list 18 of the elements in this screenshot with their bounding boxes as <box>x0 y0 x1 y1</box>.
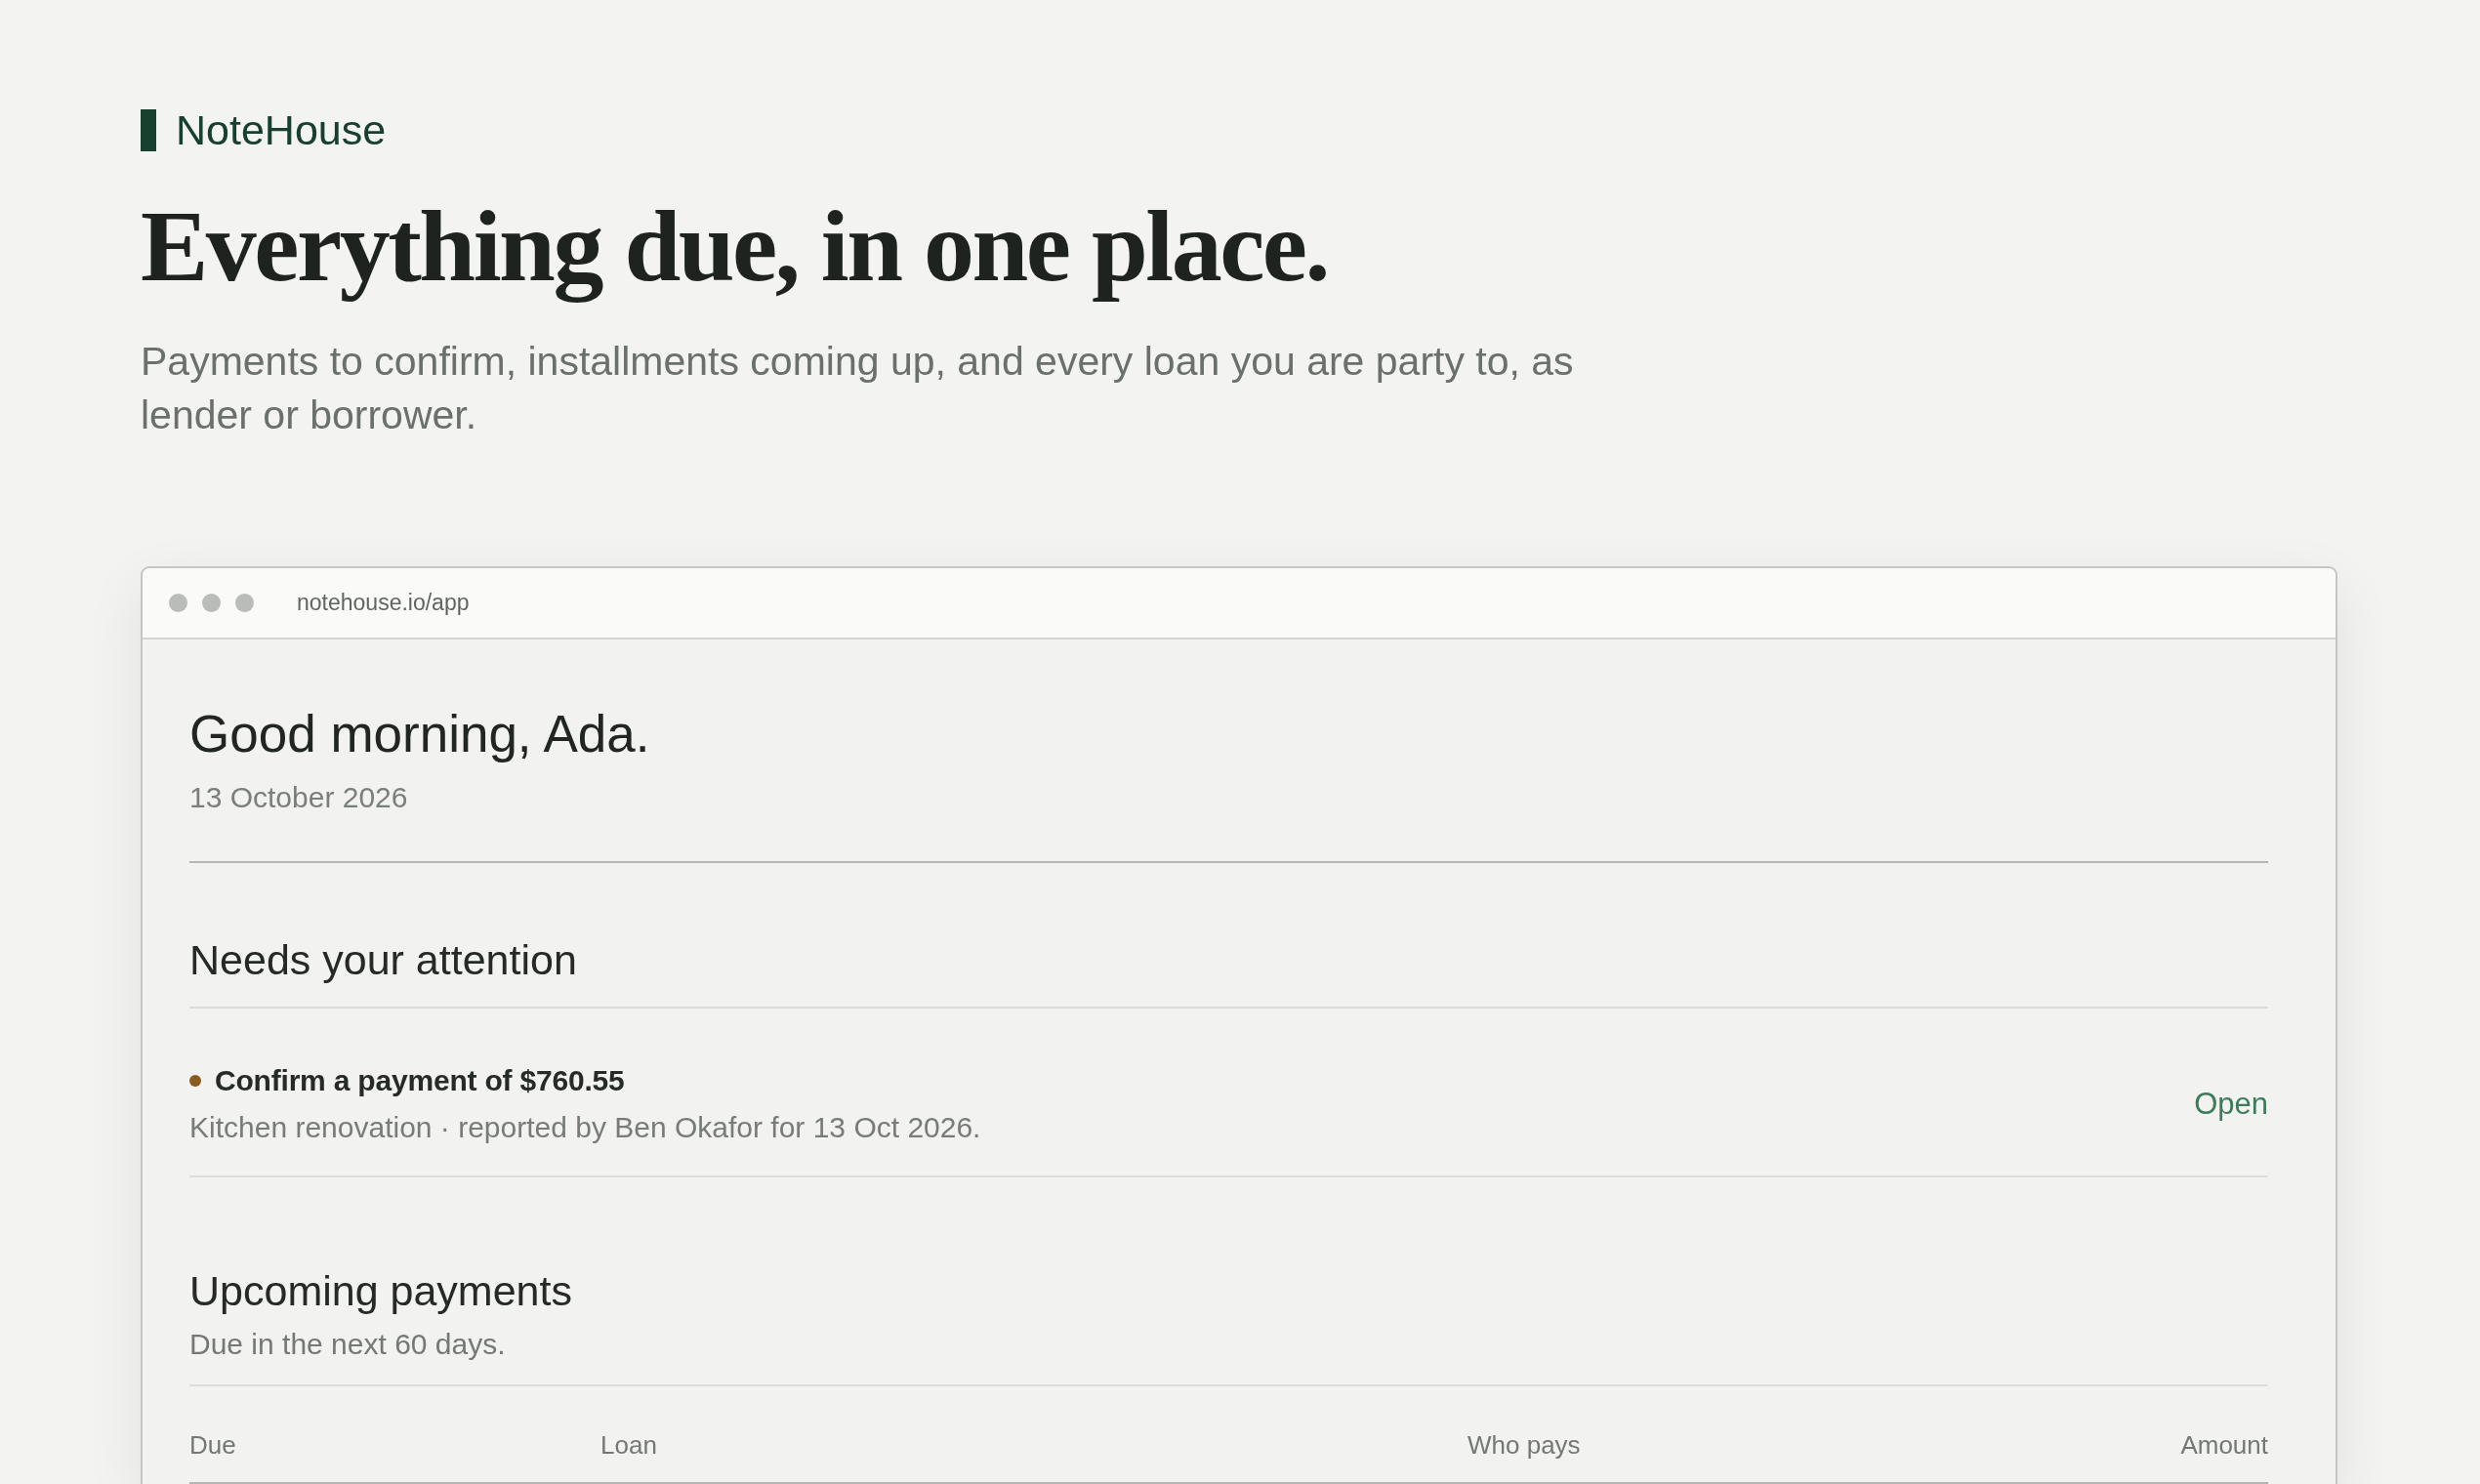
column-header: Amount <box>2180 1429 2268 1462</box>
section-title: Upcoming payments <box>189 1266 573 1316</box>
brand-mark-icon <box>141 109 156 151</box>
headline: Everything due, in one place. <box>141 188 1329 304</box>
date-text: 13 October 2026 <box>189 780 409 815</box>
hero-subtitle: Payments to confirm, installments coming up, and every loan you are party to, as lender or borrower. <box>141 338 1575 439</box>
brand-name: NoteHouse <box>176 109 387 151</box>
item-detail: Kitchen renovation · reported by Ben Okafor for 13 Oct 2026. <box>189 1110 981 1145</box>
address-text: notehouse.io/app <box>297 590 470 616</box>
column-header: Who pays <box>1467 1429 1582 1462</box>
item-title: Confirm a payment of $760.55 <box>215 1063 625 1098</box>
window-controls-icon <box>169 594 254 612</box>
column-header: Due <box>189 1429 237 1462</box>
section-title: Needs your attention <box>189 935 578 985</box>
column-header: Loan <box>600 1429 658 1462</box>
greeting: Good morning, Ada. <box>189 704 651 764</box>
section-subtitle: Due in the next 60 days. <box>189 1327 507 1362</box>
open-link[interactable]: Open <box>2194 1087 2268 1122</box>
